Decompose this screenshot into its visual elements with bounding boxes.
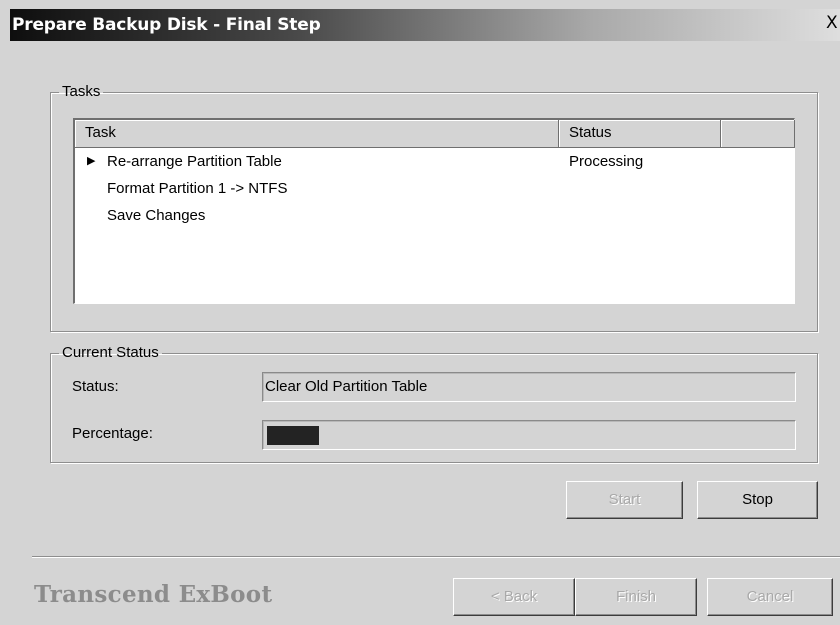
- task-name: Re-arrange Partition Table: [107, 153, 282, 170]
- window-title: Prepare Backup Disk - Final Step: [12, 15, 321, 35]
- cancel-button[interactable]: Cancel: [707, 578, 833, 616]
- play-triangle-icon: ▶: [87, 155, 96, 167]
- task-name: Format Partition 1 -> NTFS: [107, 180, 288, 197]
- tasks-legend: Tasks: [62, 83, 101, 100]
- table-row[interactable]: Save Changes: [75, 204, 794, 230]
- back-button[interactable]: < Back: [453, 578, 575, 616]
- title-bar[interactable]: Prepare Backup Disk - Final Step X: [10, 9, 840, 41]
- current-status-legend: Current Status: [62, 344, 159, 361]
- percentage-label: Percentage:: [72, 425, 153, 442]
- column-header-status-label: Status: [569, 124, 612, 141]
- footer-separator: [32, 556, 840, 558]
- table-row[interactable]: Format Partition 1 -> NTFS: [75, 177, 794, 203]
- column-header-task[interactable]: Task: [75, 120, 559, 148]
- column-header-task-label: Task: [85, 124, 116, 141]
- status-value: Clear Old Partition Table: [265, 378, 428, 395]
- task-status: Processing: [569, 153, 644, 170]
- finish-button[interactable]: Finish: [575, 578, 697, 616]
- column-header-extra[interactable]: [721, 120, 795, 148]
- status-field: Clear Old Partition Table: [262, 372, 796, 402]
- brand-logo-text: Transcend ExBoot: [34, 581, 273, 608]
- task-list[interactable]: Task Status ▶ Re-arrange Partition Table…: [73, 118, 795, 304]
- task-name: Save Changes: [107, 207, 206, 224]
- start-button[interactable]: Start: [566, 481, 683, 519]
- status-label: Status:: [72, 378, 119, 395]
- close-icon[interactable]: X: [826, 13, 840, 37]
- progress-bar: [262, 420, 796, 450]
- progress-fill: [267, 426, 319, 445]
- column-header-status[interactable]: Status: [559, 120, 721, 148]
- task-list-header: Task Status: [75, 120, 795, 148]
- stop-button[interactable]: Stop: [697, 481, 818, 519]
- dialog-window: Prepare Backup Disk - Final Step X Tasks…: [0, 0, 840, 625]
- table-row[interactable]: ▶ Re-arrange Partition Table Processing: [75, 150, 794, 176]
